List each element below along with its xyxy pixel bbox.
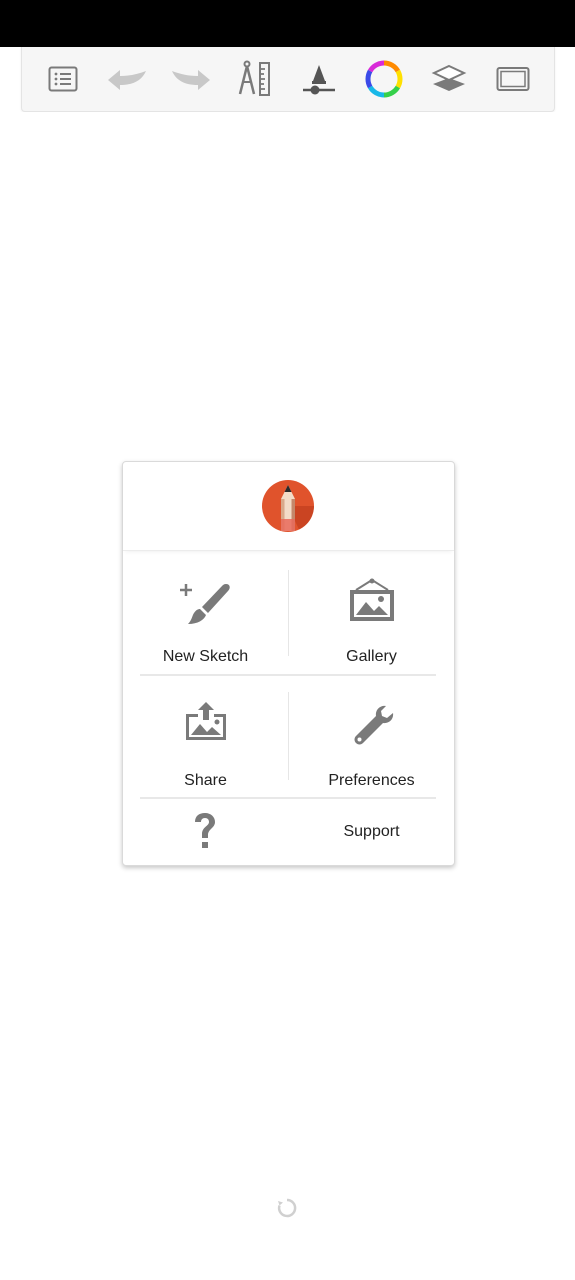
preferences-button[interactable]: Preferences [289, 676, 454, 797]
color-wheel-icon[interactable] [362, 59, 406, 99]
share-button[interactable]: Share [123, 676, 288, 797]
menu-header [123, 462, 454, 551]
sketchbook-logo-icon [261, 479, 315, 533]
wrench-icon [289, 704, 454, 746]
loading-spinner-icon [277, 1198, 297, 1218]
main-menu-popup: New Sketch Gallery Share Preferences Sup… [122, 461, 455, 866]
ruler-compass-icon[interactable] [233, 59, 277, 99]
brush-size-icon[interactable] [297, 59, 341, 99]
gallery-picture-icon [289, 578, 454, 622]
share-upload-icon [123, 700, 288, 742]
undo-icon[interactable] [105, 59, 149, 99]
redo-icon[interactable] [169, 59, 213, 99]
fullscreen-icon[interactable] [491, 59, 535, 99]
new-sketch-button[interactable]: New Sketch [123, 552, 288, 674]
preferences-label: Preferences [328, 772, 415, 789]
share-label: Share [184, 772, 227, 789]
top-toolbar [21, 47, 555, 112]
support-label: Support [343, 823, 400, 840]
status-bar [0, 0, 575, 47]
support-button[interactable]: Support [123, 799, 454, 863]
list-menu-icon[interactable] [41, 59, 85, 99]
gallery-button[interactable]: Gallery [289, 552, 454, 674]
new-sketch-label: New Sketch [162, 648, 249, 665]
gallery-label: Gallery [346, 648, 397, 665]
question-mark-icon [187, 811, 223, 851]
new-sketch-brush-icon [123, 582, 288, 626]
layers-icon[interactable] [427, 59, 471, 99]
